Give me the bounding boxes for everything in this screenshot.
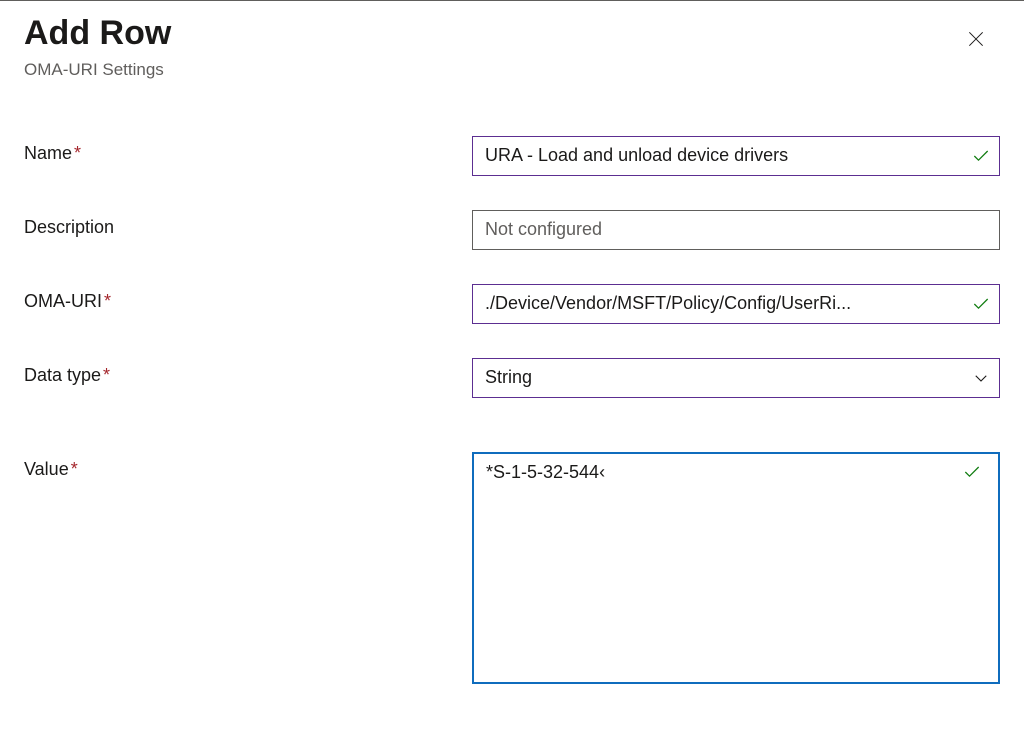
- data-type-select[interactable]: String: [472, 358, 1000, 398]
- name-input[interactable]: [473, 137, 963, 175]
- checkmark-icon: [963, 146, 999, 166]
- description-input-wrapper[interactable]: [472, 210, 1000, 250]
- oma-uri-label: OMA-URI*: [24, 284, 472, 312]
- checkmark-icon: [963, 294, 999, 314]
- description-label: Description: [24, 210, 472, 238]
- value-textarea[interactable]: [474, 454, 962, 682]
- chevron-down-icon: [963, 369, 999, 387]
- name-label: Name*: [24, 136, 472, 164]
- required-marker: *: [103, 365, 110, 385]
- close-button[interactable]: [962, 25, 990, 53]
- data-type-label: Data type*: [24, 358, 472, 386]
- data-type-value: String: [473, 367, 963, 388]
- description-input[interactable]: [473, 211, 999, 249]
- oma-uri-input-wrapper[interactable]: [472, 284, 1000, 324]
- oma-uri-input[interactable]: [473, 285, 963, 323]
- value-textarea-wrapper[interactable]: [472, 452, 1000, 684]
- value-label: Value*: [24, 452, 472, 480]
- required-marker: *: [71, 459, 78, 479]
- panel-subtitle: OMA-URI Settings: [24, 60, 171, 80]
- name-input-wrapper[interactable]: [472, 136, 1000, 176]
- checkmark-icon: [954, 462, 990, 482]
- required-marker: *: [74, 143, 81, 163]
- close-icon: [966, 29, 986, 49]
- panel-title: Add Row: [24, 13, 171, 54]
- required-marker: *: [104, 291, 111, 311]
